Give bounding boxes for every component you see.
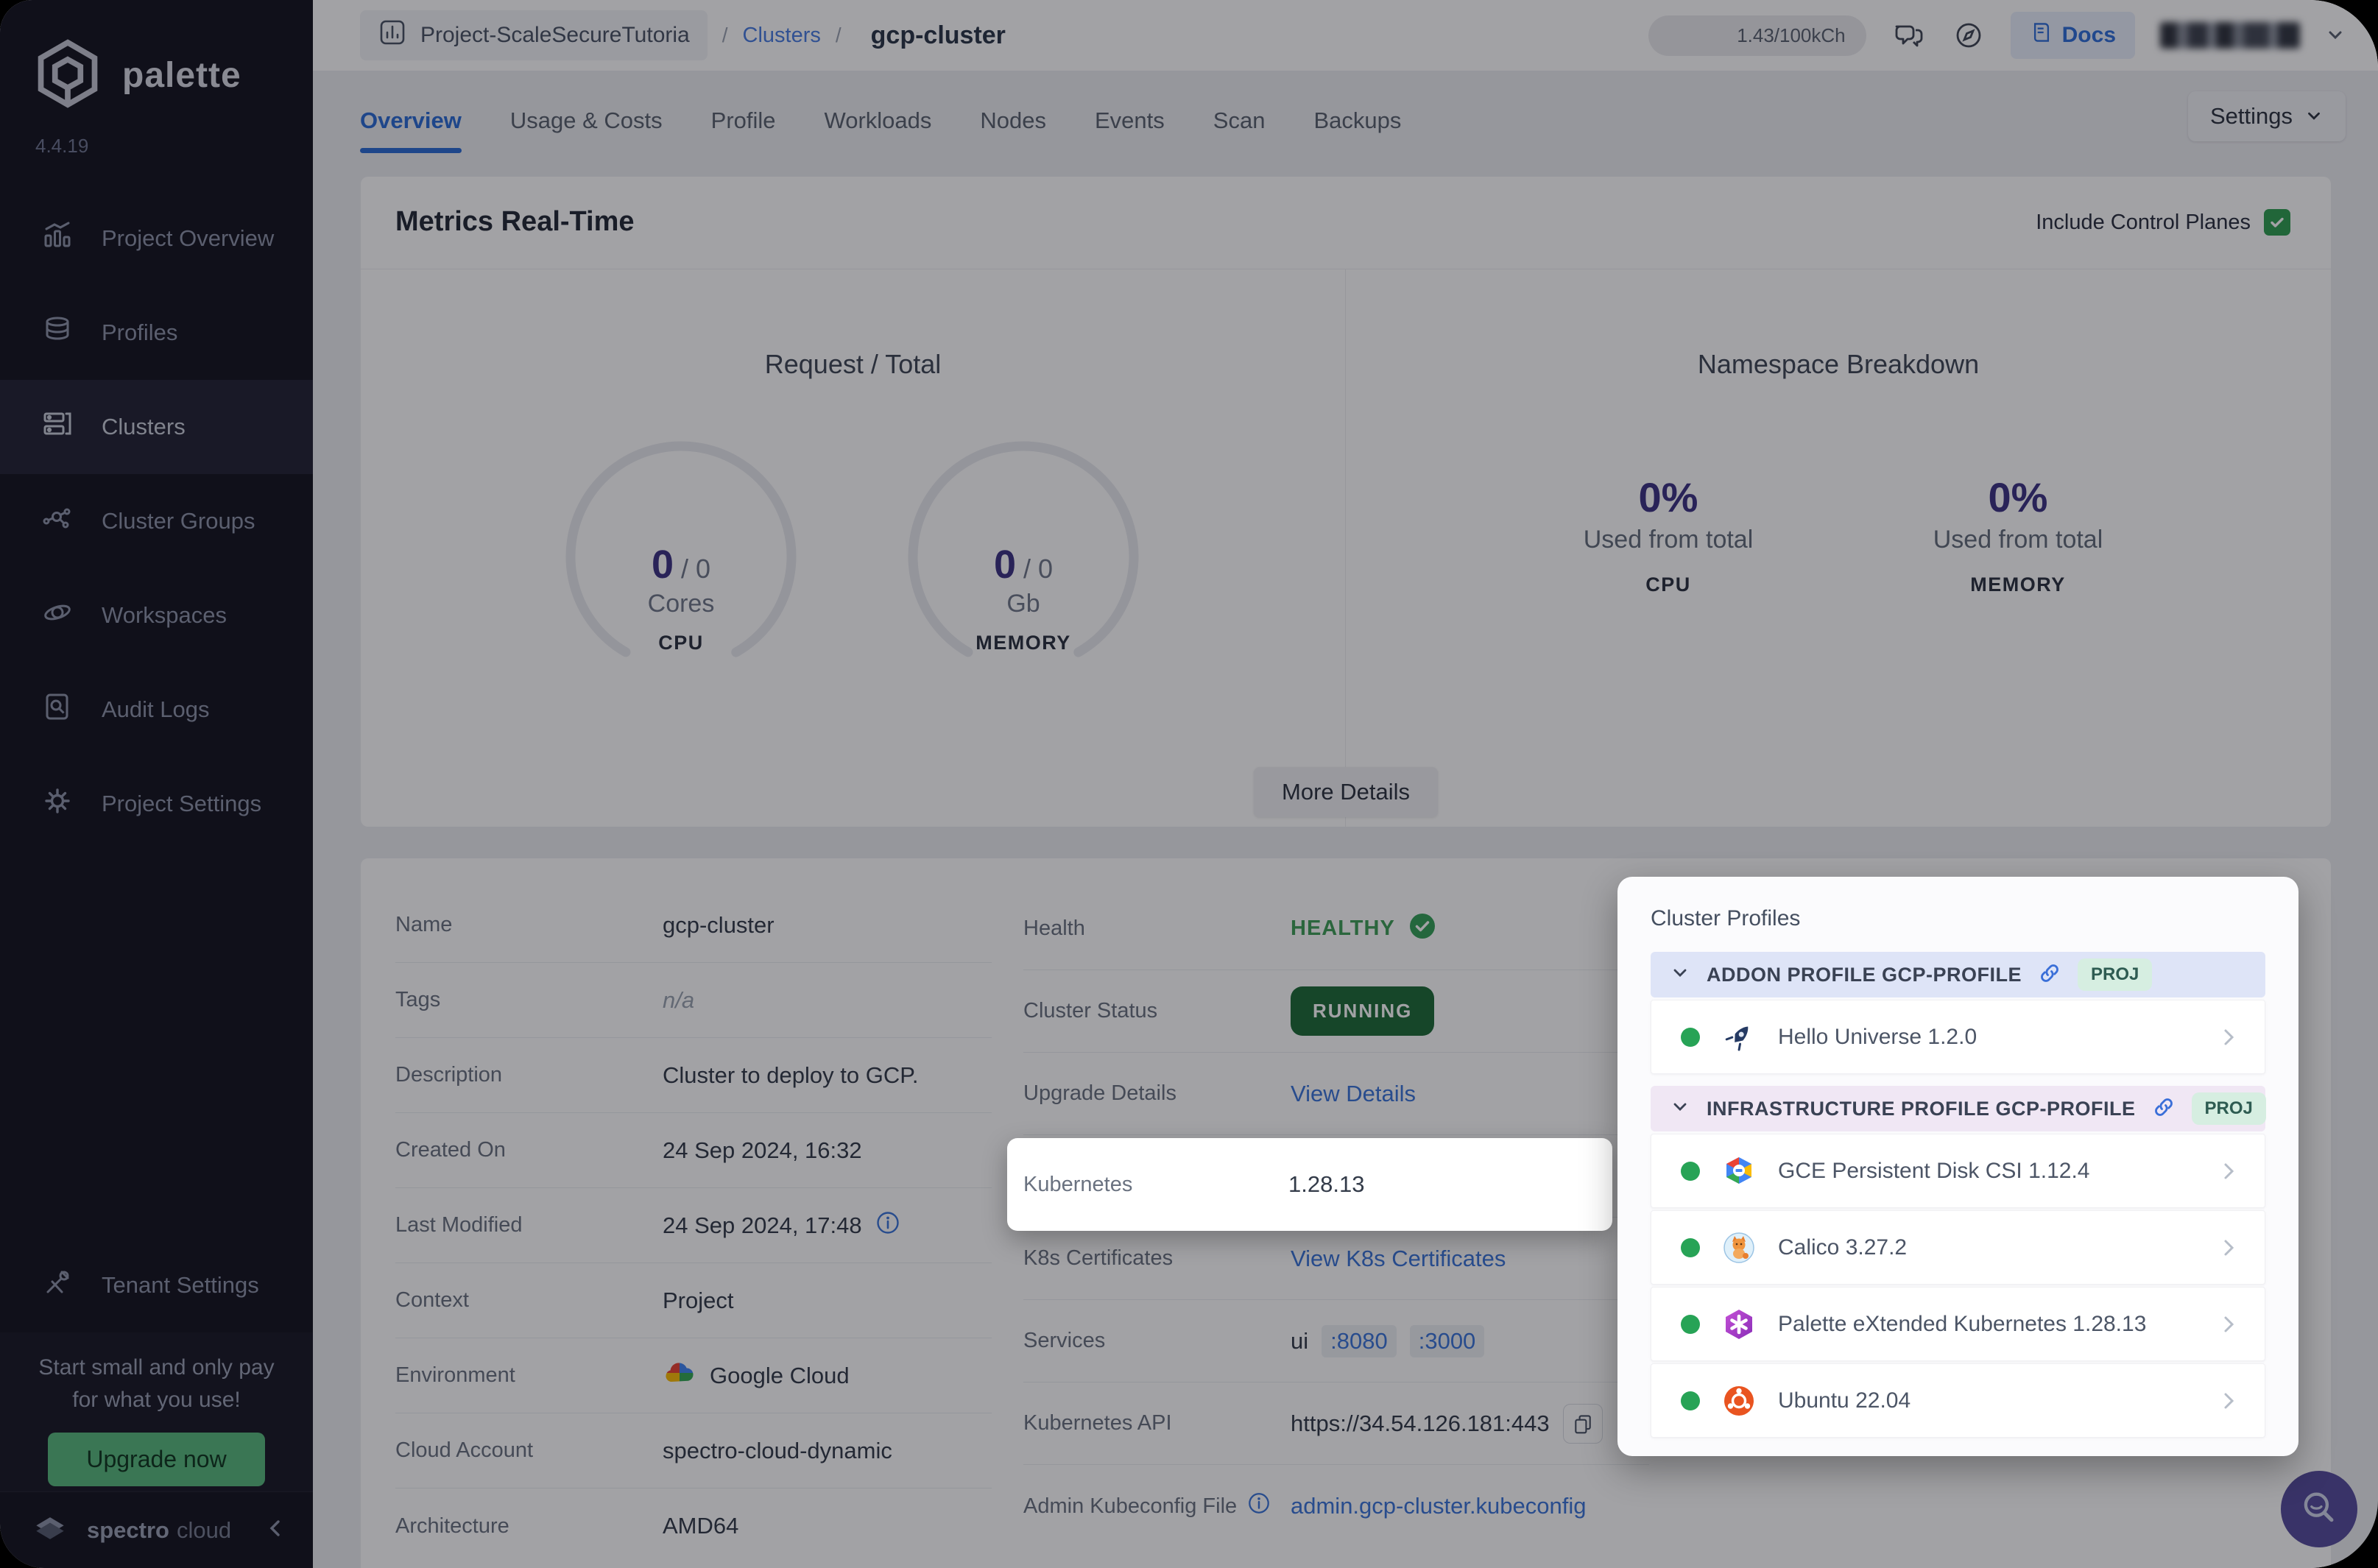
kubernetes-spotlight-row: Kubernetes 1.28.13 [1007, 1138, 1612, 1231]
status-dot-green [1681, 1314, 1700, 1334]
infrastructure-profile-section-header[interactable]: INFRASTRUCTURE PROFILE GCP-PROFILE PROJ [1651, 1086, 2266, 1131]
profile-layer-ubuntu[interactable]: Ubuntu 22.04 [1651, 1363, 2265, 1438]
cluster-profiles-title: Cluster Profiles [1651, 906, 1801, 930]
cluster-profiles-panel: Cluster Profiles ADDON PROFILE GCP-PROFI… [1617, 877, 2298, 1456]
pxk-icon [1722, 1307, 1756, 1341]
profile-layer-hello-universe[interactable]: Hello Universe 1.2.0 [1651, 1000, 2265, 1074]
link-icon [2152, 1095, 2176, 1123]
proj-scope-badge: PROJ [2191, 1092, 2266, 1125]
app-window: palette 4.4.19 Project Overview Profiles… [0, 0, 2378, 1568]
proj-scope-badge: PROJ [2078, 958, 2153, 991]
addon-profile-section-header[interactable]: ADDON PROFILE GCP-PROFILE PROJ [1651, 952, 2265, 997]
status-dot-green [1681, 1391, 1700, 1410]
profile-layer-calico[interactable]: Calico 3.27.2 [1651, 1210, 2265, 1285]
kubernetes-version-value: 1.28.13 [1288, 1171, 1365, 1197]
status-dot-green [1681, 1237, 1700, 1257]
status-dot-green [1681, 1027, 1700, 1047]
chevron-right-icon [2218, 1237, 2240, 1259]
rocket-icon [1722, 1020, 1756, 1054]
ubuntu-icon [1722, 1384, 1756, 1418]
chevron-right-icon [2218, 1313, 2240, 1335]
chevron-right-icon [2218, 1160, 2240, 1182]
calico-icon [1722, 1231, 1756, 1265]
profile-layer-palette-extended-kubernetes[interactable]: Palette eXtended Kubernetes 1.28.13 [1651, 1287, 2265, 1361]
gce-icon [1722, 1154, 1756, 1188]
profile-layer-gce-csi[interactable]: GCE Persistent Disk CSI 1.12.4 [1651, 1134, 2265, 1208]
status-dot-green [1681, 1161, 1700, 1181]
link-icon [2038, 961, 2061, 989]
chevron-down-icon [1670, 1097, 1690, 1121]
chevron-right-icon [2218, 1390, 2240, 1412]
chevron-right-icon [2218, 1026, 2240, 1048]
chevron-down-icon [1670, 963, 1690, 987]
